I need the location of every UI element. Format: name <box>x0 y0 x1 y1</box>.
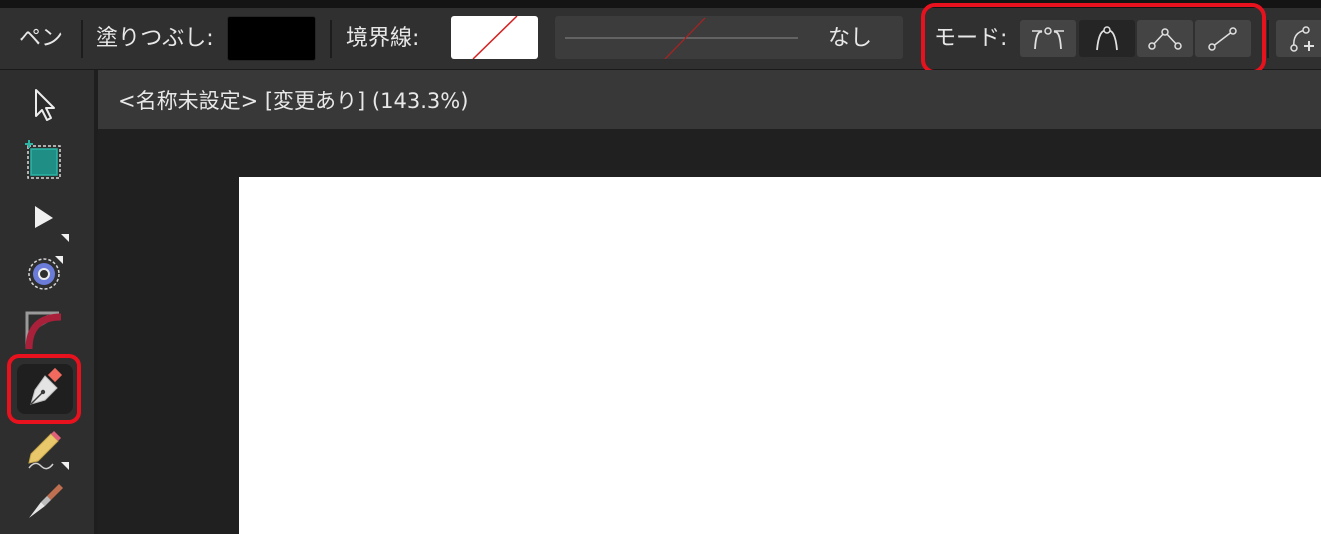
add-node-button[interactable] <box>1276 20 1321 57</box>
document-title: <名称未設定> [変更あり] (143.3%) <box>118 89 469 113</box>
contour-tool-icon <box>28 256 63 290</box>
pencil-tool-icon <box>28 431 69 470</box>
toolbar-separator <box>330 20 332 58</box>
mode-group-highlight <box>921 3 1266 74</box>
artboard[interactable] <box>239 177 1321 534</box>
corner-tool[interactable] <box>17 303 73 353</box>
pen-tool-highlight <box>7 354 81 424</box>
add-node-icon <box>1290 26 1314 52</box>
node-tool[interactable] <box>17 194 73 244</box>
move-tool[interactable] <box>17 80 73 130</box>
stroke-style-dropdown[interactable]: なし <box>555 16 903 59</box>
stroke-color-swatch[interactable] <box>451 15 538 60</box>
stroke-style-value: なし <box>828 26 873 51</box>
artboard-tool[interactable] <box>17 136 73 186</box>
fill-color-swatch[interactable] <box>227 16 316 61</box>
no-color-slash-icon <box>472 15 518 60</box>
move-tool-icon <box>35 89 55 121</box>
tools-panel <box>0 70 94 534</box>
artboard-tool-icon <box>25 140 61 179</box>
vector-brush-tool[interactable] <box>17 476 73 526</box>
toolbar-separator <box>1267 20 1269 58</box>
tool-name-label: ペン <box>19 26 64 51</box>
node-tool-icon <box>35 206 69 242</box>
fill-label: 塗りつぶし: <box>96 26 214 51</box>
document-tab[interactable]: <名称未設定> [変更あり] (143.3%) <box>98 70 1321 129</box>
corner-tool-icon <box>25 311 62 350</box>
toolbar-separator <box>81 20 83 58</box>
vector-brush-tool-icon <box>29 484 63 518</box>
stroke-label: 境界線: <box>346 26 420 51</box>
contour-tool[interactable] <box>17 248 73 298</box>
canvas-area[interactable] <box>98 129 1321 534</box>
pencil-tool[interactable] <box>17 424 73 474</box>
